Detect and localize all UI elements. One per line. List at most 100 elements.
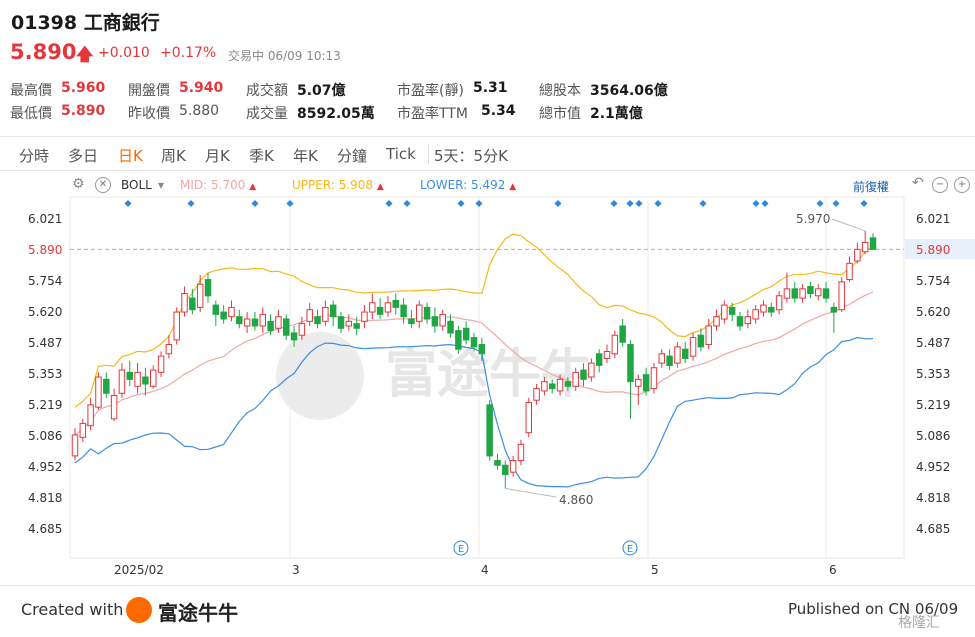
candle-body: [157, 355, 165, 373]
candle-body: [149, 369, 157, 387]
candle-body: [768, 306, 775, 313]
candle-body: [564, 381, 572, 387]
candle-body: [298, 323, 306, 336]
candle-body: [728, 306, 736, 315]
candle-body: [79, 422, 87, 438]
candle-body: [822, 288, 830, 299]
candle-body: [814, 288, 822, 297]
candlestick-chart[interactable]: 富途牛牛 E E 5.970 4.860: [0, 0, 975, 637]
candle-body: [681, 348, 689, 359]
event-marker-diamond: [761, 199, 769, 208]
candle-body: [462, 327, 470, 341]
candle-body: [189, 297, 196, 311]
candle-body: [533, 388, 540, 401]
candle-body: [220, 311, 227, 320]
candle-body: [322, 306, 329, 322]
candle-body: [838, 281, 845, 311]
candle-body: [799, 288, 806, 299]
event-e-label: E: [458, 544, 464, 555]
candle-body: [87, 404, 94, 427]
candle-body: [627, 344, 634, 383]
candle-body: [760, 304, 767, 313]
candle-body: [478, 344, 486, 355]
candle-body: [290, 332, 298, 341]
watermark: 富途牛牛: [385, 345, 593, 405]
event-marker-diamond: [816, 199, 824, 208]
candle-body: [392, 299, 400, 308]
event-marker-diamond: [457, 199, 465, 208]
candle-body: [807, 286, 814, 294]
candle-body: [345, 320, 353, 327]
candle-body: [228, 306, 235, 318]
candle-body: [783, 288, 791, 299]
candle-body: [713, 316, 720, 327]
candle-body: [126, 371, 134, 380]
candle-body: [854, 248, 861, 262]
candle-body: [603, 350, 611, 359]
candle-body: [400, 304, 407, 318]
footer-brand: 富途牛牛: [158, 601, 238, 625]
low-annotation-leader: [505, 487, 557, 498]
candle-body: [369, 302, 376, 313]
candle-body: [572, 371, 579, 387]
candle-body: [595, 353, 603, 366]
candle-body: [361, 311, 368, 322]
event-marker-diamond: [385, 199, 393, 208]
candle-body: [650, 367, 658, 390]
candle-body: [744, 316, 752, 325]
candle-body: [118, 369, 126, 394]
candle-body: [736, 316, 744, 327]
event-marker-diamond: [124, 199, 132, 208]
footer-divider: [0, 585, 975, 586]
candle-body: [353, 323, 360, 329]
candle-body: [580, 369, 587, 380]
candle-body: [447, 320, 454, 334]
candle-body: [71, 434, 79, 457]
candle-body: [486, 404, 493, 457]
futu-logo-icon: [126, 597, 152, 623]
candle-body: [165, 344, 173, 355]
event-marker-diamond: [610, 199, 618, 208]
created-with-text: Created with: [21, 600, 124, 619]
candle-body: [869, 237, 877, 250]
candle-body: [541, 381, 548, 392]
event-marker-diamond: [654, 199, 662, 208]
candle-body: [212, 304, 220, 315]
candle-body: [142, 376, 149, 385]
candle-body: [455, 330, 462, 350]
candle-body: [517, 443, 525, 462]
candle-body: [423, 306, 431, 320]
candle-body: [752, 309, 759, 320]
event-marker-diamond: [554, 199, 562, 208]
candle-body: [548, 383, 556, 390]
candle-body: [384, 302, 392, 313]
high-annotation-leader: [831, 218, 866, 232]
event-marker-diamond: [626, 199, 634, 208]
event-marker-diamond: [403, 199, 411, 208]
event-marker-diamond: [635, 199, 643, 208]
candle-body: [408, 318, 415, 325]
candle-body: [642, 374, 650, 392]
candle-body: [721, 304, 728, 320]
candle-body: [196, 283, 204, 308]
candle-body: [611, 334, 619, 355]
candle-body: [502, 464, 509, 475]
candle-body: [95, 376, 102, 408]
candle-body: [259, 313, 267, 327]
candle-body: [181, 292, 188, 313]
low-annotation: 4.860: [559, 493, 593, 507]
event-marker-diamond: [860, 199, 868, 208]
candle-body: [337, 316, 345, 329]
candle-body: [494, 460, 501, 466]
candle-body: [556, 378, 564, 392]
event-marker-diamond: [475, 199, 483, 208]
gelonghui-stamp: 格隆汇: [898, 615, 940, 631]
candle-body: [705, 325, 712, 346]
candle-body: [666, 355, 673, 366]
candle-body: [282, 318, 290, 336]
candle-body: [830, 306, 838, 313]
candle-body: [509, 460, 517, 473]
candle-body: [791, 288, 799, 299]
candle-body: [251, 318, 259, 327]
candle-body: [861, 241, 869, 253]
